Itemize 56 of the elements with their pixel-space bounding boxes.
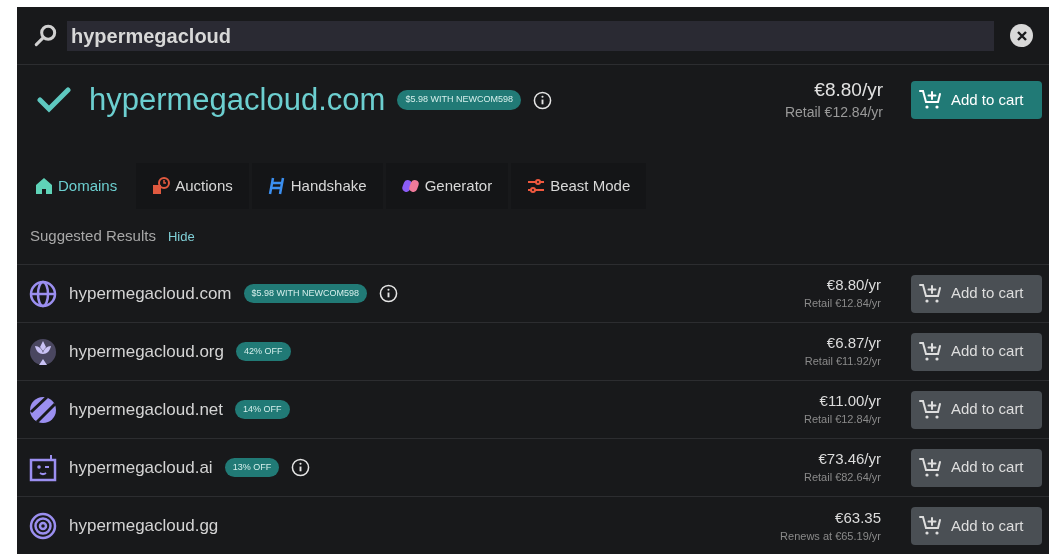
category-tab[interactable]: Handshake [251, 163, 383, 209]
discount-tag: 14% OFF [235, 399, 290, 420]
target-icon [29, 512, 57, 540]
hide-link[interactable]: Hide [167, 226, 195, 247]
search-icon [33, 22, 59, 49]
home-icon [35, 177, 53, 195]
category-tab[interactable]: Beast Mode [511, 163, 647, 209]
retail-price: Retail €12.84/yr [803, 296, 881, 312]
cart-icon [919, 456, 943, 479]
domain-name: hypermegacloud.org [69, 340, 224, 363]
price: €8.80/yr [826, 275, 881, 296]
add-to-cart-button[interactable]: Add to cart [911, 274, 1042, 313]
domain-name: hypermegacloud.net [69, 398, 224, 421]
discount-tag: 13% OFF [224, 457, 280, 478]
cart-icon [919, 515, 943, 537]
price: €11.00/yr [819, 391, 881, 412]
info-icon[interactable] [532, 90, 552, 110]
retail-price: Retail €12.84/yr [784, 102, 883, 122]
domain-name: hypermegacloud.com [89, 80, 386, 119]
robot-icon [29, 453, 57, 482]
globe-icon [29, 279, 57, 308]
cart-icon [919, 398, 943, 421]
price: €6.87/yr [826, 333, 881, 354]
lotus-icon [29, 337, 57, 366]
retail-price: Retail €82.64/yr [803, 470, 881, 486]
price: €63.35 [835, 507, 881, 528]
sliders-icon [527, 177, 546, 195]
close-icon [1016, 30, 1027, 41]
discount-tag: 42% OFF [236, 341, 291, 362]
check-icon [37, 87, 71, 113]
add-to-cart-button[interactable]: Add to cart [911, 507, 1042, 545]
domain-name: hypermegacloud.ai [69, 456, 213, 479]
striped-ball-icon [29, 395, 57, 424]
search-field[interactable]: hypermegacloud [67, 20, 994, 51]
retail-price: Renews at €65.19/yr [780, 528, 881, 544]
promo-tag: $5.98 WITH NEWCOM598 [397, 90, 521, 110]
add-to-cart-button[interactable]: Add to cart [911, 332, 1042, 371]
price: €73.46/yr [818, 449, 881, 470]
category-tab[interactable]: Auctions [136, 163, 249, 209]
cart-icon [919, 89, 943, 111]
domain-name: hypermegacloud.gg [69, 515, 219, 538]
cart-icon [919, 282, 943, 305]
info-icon[interactable] [291, 458, 311, 477]
price: €8.80/yr [814, 77, 883, 102]
category-tab[interactable]: Generator [385, 163, 509, 209]
domain-name: hypermegacloud.com [69, 282, 232, 305]
add-to-cart-button[interactable]: Add to cart [911, 448, 1042, 487]
discount-tag: $5.98 WITH NEWCOM598 [243, 283, 368, 304]
add-to-cart-button[interactable]: Add to cart [911, 81, 1042, 119]
retail-price: Retail €12.84/yr [803, 412, 881, 428]
section-title: Suggested Results [30, 226, 156, 247]
clear-search-button[interactable] [1010, 24, 1033, 47]
add-to-cart-button[interactable]: Add to cart [911, 390, 1042, 429]
retail-price: Retail €11.92/yr [804, 354, 881, 370]
info-icon[interactable] [379, 284, 399, 303]
cart-icon [919, 340, 943, 363]
